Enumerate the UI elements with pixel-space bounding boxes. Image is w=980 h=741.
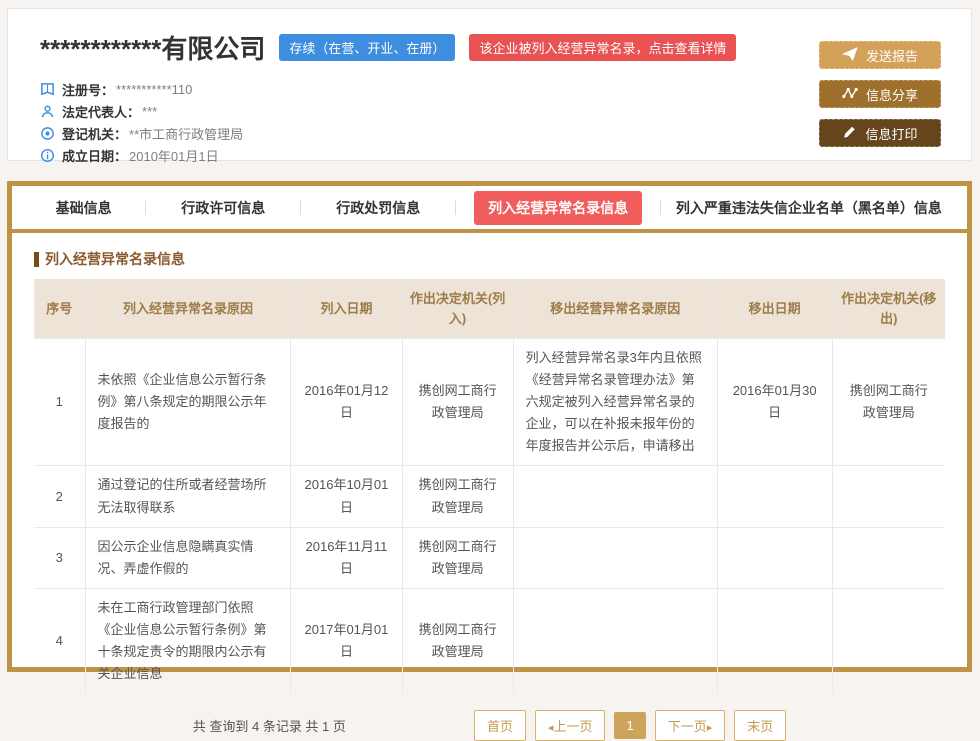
print-info-label: 信息打印 [865, 124, 917, 143]
cell-authority-in: 携创网工商行政管理局 [402, 588, 513, 693]
header-seq: 序号 [34, 279, 85, 339]
status-badge: 存续（在营、开业、在册） [279, 34, 455, 61]
cell-reason-in: 未依照《企业信息公示暂行条例》第八条规定的期限公示年度报告的 [85, 339, 291, 466]
cell-date-out [717, 527, 832, 588]
cell-authority-in: 携创网工商行政管理局 [402, 339, 513, 466]
cell-reason-out [513, 466, 717, 527]
tab-administrative-penalty[interactable]: 行政处罚信息 [301, 198, 455, 218]
title-row: ************有限公司 存续（在营、开业、在册） 该企业被列入经营异常… [40, 29, 943, 66]
last-page-button[interactable]: 末页 [734, 710, 786, 741]
current-page-button[interactable]: 1 [614, 712, 645, 739]
next-page-label: 下一页 [668, 719, 707, 734]
send-report-button[interactable]: 发送报告 [819, 41, 941, 69]
registration-number-line: 注册号： ***********110 [40, 78, 943, 100]
tab-content: 列入经营异常名录信息 序号 列入经营异常名录原因 列入日期 作出决定机关(列入)… [12, 249, 967, 741]
page: ************有限公司 存续（在营、开业、在册） 该企业被列入经营异常… [0, 0, 980, 683]
cell-date-out [717, 588, 832, 693]
cell-date-in: 2016年01月12日 [291, 339, 402, 466]
registration-value: ***********110 [116, 82, 192, 97]
person-icon [40, 104, 55, 119]
cell-seq: 2 [34, 466, 85, 527]
header-reason-in: 列入经营异常名录原因 [85, 279, 291, 339]
cell-date-out [717, 466, 832, 527]
table-row: 4 未在工商行政管理部门依照《企业信息公示暂行条例》第十条规定责令的期限内公示有… [34, 588, 945, 693]
header-date-in: 列入日期 [291, 279, 402, 339]
tab-bar: 基础信息 行政许可信息 行政处罚信息 列入经营异常名录信息 列入严重违法失信企业… [12, 186, 967, 233]
tab-administrative-license[interactable]: 行政许可信息 [146, 198, 300, 218]
company-info-lines: 注册号： ***********110 法定代表人： *** 登记机关： **市… [40, 78, 943, 166]
pager: 首页 ◂上一页 1 下一页▸ 末页 [474, 710, 786, 741]
tab-basic-info[interactable]: 基础信息 [22, 198, 145, 218]
share-info-button[interactable]: 信息分享 [819, 80, 941, 108]
share-icon [842, 86, 858, 103]
table-row: 1 未依照《企业信息公示暂行条例》第八条规定的期限公示年度报告的 2016年01… [34, 339, 945, 466]
cell-reason-out [513, 527, 717, 588]
cell-reason-out [513, 588, 717, 693]
send-report-label: 发送报告 [866, 46, 918, 65]
abnormal-warning-badge[interactable]: 该企业被列入经营异常名录，点击查看详情 [469, 34, 736, 61]
registration-icon [40, 82, 55, 97]
cell-seq: 4 [34, 588, 85, 693]
section-marker [34, 252, 39, 267]
cell-date-out: 2016年01月30日 [717, 339, 832, 466]
header-authority-in: 作出决定机关(列入) [402, 279, 513, 339]
establishment-date-label: 成立日期： [62, 146, 127, 165]
cell-authority-out [832, 527, 945, 588]
pagination-row: 共 查询到 4 条记录 共 1 页 首页 ◂上一页 1 下一页▸ 末页 [34, 710, 945, 741]
registration-authority-label: 登记机关： [62, 124, 127, 143]
cell-authority-out: 携创网工商行政管理局 [832, 339, 945, 466]
print-info-button[interactable]: 信息打印 [819, 119, 941, 147]
cell-seq: 1 [34, 339, 85, 466]
header-authority-out: 作出决定机关(移出) [832, 279, 945, 339]
cell-date-in: 2016年11月11日 [291, 527, 402, 588]
cell-reason-out: 列入经营异常名录3年内且依照《经营异常名录管理办法》第六规定被列入经营异常名录的… [513, 339, 717, 466]
registration-authority-value: **市工商行政管理局 [129, 124, 243, 143]
info-icon [40, 148, 55, 163]
next-page-button[interactable]: 下一页▸ [655, 710, 726, 741]
tab-blacklist[interactable]: 列入严重违法失信企业名单（黑名单）信息 [661, 198, 957, 218]
cell-seq: 3 [34, 527, 85, 588]
table-header-row: 序号 列入经营异常名录原因 列入日期 作出决定机关(列入) 移出经营异常名录原因… [34, 279, 945, 339]
prev-page-button[interactable]: ◂上一页 [535, 710, 606, 741]
abnormal-operations-table: 序号 列入经营异常名录原因 列入日期 作出决定机关(列入) 移出经营异常名录原因… [34, 279, 945, 693]
pencil-icon [842, 125, 857, 142]
cell-authority-out [832, 466, 945, 527]
first-page-button[interactable]: 首页 [474, 710, 526, 741]
next-arrow-icon: ▸ [707, 722, 713, 734]
cell-authority-in: 携创网工商行政管理局 [402, 466, 513, 527]
table-row: 2 通过登记的住所或者经营场所无法取得联系 2016年10月01日 携创网工商行… [34, 466, 945, 527]
establishment-date-value: 2010年01月1日 [129, 146, 219, 165]
company-name: ************有限公司 [40, 29, 265, 66]
prev-page-label: 上一页 [553, 719, 592, 734]
location-icon [40, 126, 55, 141]
section-title-text: 列入经营异常名录信息 [45, 249, 185, 269]
action-buttons: 发送报告 信息分享 信息打印 [819, 41, 941, 147]
table-row: 3 因公示企业信息隐瞒真实情况、弄虚作假的 2016年11月11日 携创网工商行… [34, 527, 945, 588]
cell-reason-in: 未在工商行政管理部门依照《企业信息公示暂行条例》第十条规定责令的期限内公示有关企… [85, 588, 291, 693]
legal-representative-line: 法定代表人： *** [40, 100, 943, 122]
paper-plane-icon [842, 47, 858, 64]
section-title: 列入经营异常名录信息 [34, 249, 945, 269]
share-info-label: 信息分享 [866, 85, 918, 104]
cell-reason-in: 因公示企业信息隐瞒真实情况、弄虚作假的 [85, 527, 291, 588]
legal-representative-label: 法定代表人： [62, 102, 140, 121]
establishment-date-line: 成立日期： 2010年01月1日 [40, 144, 943, 166]
header-reason-out: 移出经营异常名录原因 [513, 279, 717, 339]
header-date-out: 移出日期 [717, 279, 832, 339]
registration-label: 注册号： [62, 80, 114, 99]
cell-authority-out [832, 588, 945, 693]
cell-date-in: 2016年10月01日 [291, 466, 402, 527]
records-summary: 共 查询到 4 条记录 共 1 页 [193, 716, 346, 735]
legal-representative-value: *** [142, 104, 157, 119]
cell-authority-in: 携创网工商行政管理局 [402, 527, 513, 588]
company-header-card: ************有限公司 存续（在营、开业、在册） 该企业被列入经营异常… [7, 8, 972, 161]
registration-authority-line: 登记机关： **市工商行政管理局 [40, 122, 943, 144]
cell-date-in: 2017年01月01日 [291, 588, 402, 693]
cell-reason-in: 通过登记的住所或者经营场所无法取得联系 [85, 466, 291, 527]
main-panel: 基础信息 行政许可信息 行政处罚信息 列入经营异常名录信息 列入严重违法失信企业… [7, 181, 972, 672]
tab-abnormal-operations-list[interactable]: 列入经营异常名录信息 [456, 191, 660, 225]
